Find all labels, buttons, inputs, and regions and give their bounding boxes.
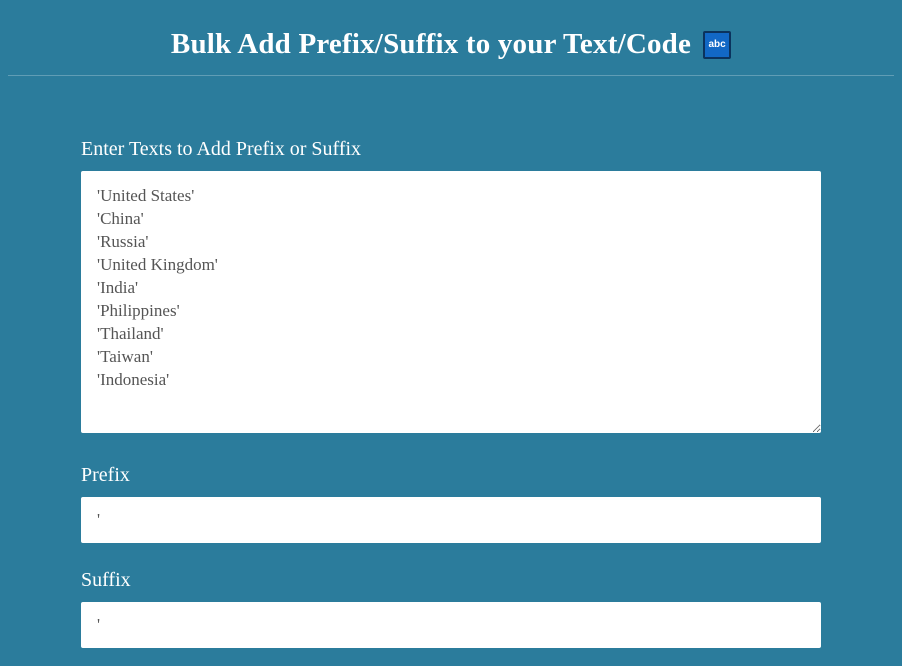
abc-icon: abc (703, 31, 731, 59)
textarea-label: Enter Texts to Add Prefix or Suffix (81, 138, 821, 161)
suffix-label: Suffix (81, 569, 821, 592)
prefix-group: Prefix (81, 464, 821, 543)
prefix-input[interactable] (81, 497, 821, 543)
main-form: Enter Texts to Add Prefix or Suffix Pref… (81, 76, 821, 666)
text-input[interactable] (81, 171, 821, 433)
prefix-label: Prefix (81, 464, 821, 487)
textarea-group: Enter Texts to Add Prefix or Suffix (81, 138, 821, 438)
header: Bulk Add Prefix/Suffix to your Text/Code… (0, 0, 902, 75)
suffix-input[interactable] (81, 602, 821, 648)
suffix-group: Suffix (81, 569, 821, 648)
page-title: Bulk Add Prefix/Suffix to your Text/Code (171, 28, 691, 61)
